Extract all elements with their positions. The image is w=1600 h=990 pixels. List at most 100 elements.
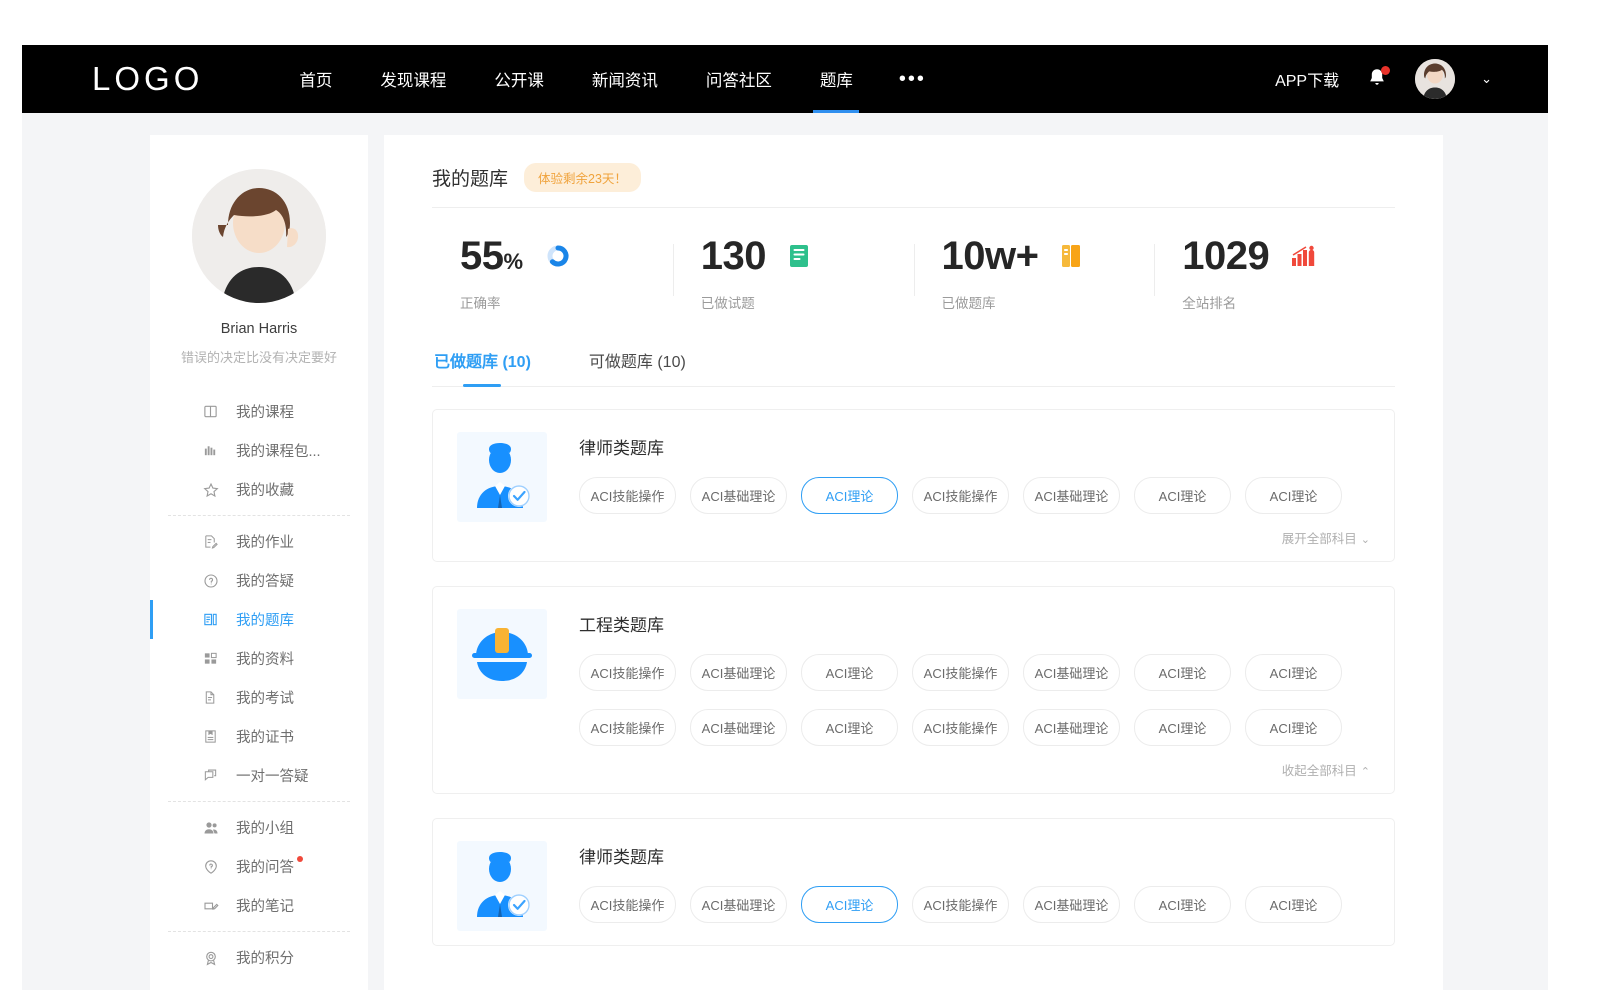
subject-tag[interactable]: ACI理论 [1134,477,1231,514]
sidebar-user-motto: 错误的决定比没有决定要好 [150,347,368,366]
subject-tag[interactable]: ACI理论 [1245,886,1342,923]
tab-available-banks[interactable]: 可做题库 (10) [587,340,688,386]
stat-label: 已做题库 [942,292,1155,312]
sidebar-item-label: 我的小组 [236,817,294,838]
qa-icon [202,858,219,875]
card-body: 工程类题库 ACI技能操作 ACI基础理论 ACI理论 ACI技能操作 ACI基… [579,609,1370,779]
sidebar-item-my-courses[interactable]: 我的课程 [150,392,368,431]
bank-card[interactable]: 律师类题库 ACI技能操作 ACI基础理论 ACI理论 ACI技能操作 ACI基… [432,818,1395,946]
sidebar-item-my-qanda[interactable]: 我的答疑 [150,561,368,600]
green-doc-icon [788,243,814,269]
subject-tag[interactable]: ACI技能操作 [579,886,676,923]
nav-item-news[interactable]: 新闻资讯 [568,45,682,113]
app-download-link[interactable]: APP下载 [1275,67,1339,91]
subject-tag[interactable]: ACI技能操作 [579,477,676,514]
subject-tag[interactable]: ACI理论 [1245,477,1342,514]
note-icon [202,897,219,914]
subject-tag[interactable]: ACI基础理论 [690,477,787,514]
sidebar-item-label: 我的笔记 [236,895,294,916]
bank-card[interactable]: 律师类题库 ACI技能操作 ACI基础理论 ACI理论 ACI技能操作 ACI基… [432,409,1395,562]
subject-tag[interactable]: ACI基础理论 [1023,709,1120,746]
stats-row: 55% 正确率 130 [432,208,1395,330]
collapse-all-subjects-button[interactable]: 收起全部科目⌃ [579,760,1370,779]
avatar[interactable] [1415,59,1455,99]
stat-label: 已做试题 [701,292,914,312]
sidebar-item-my-course-packages[interactable]: 我的课程包... [150,431,368,470]
sidebar-item-label: 我的证书 [236,726,294,747]
subject-tag[interactable]: ACI技能操作 [912,654,1009,691]
sidebar-item-my-certificates[interactable]: 我的证书 [150,717,368,756]
exam-icon [202,689,219,706]
sidebar-item-my-points[interactable]: 我的积分 [150,938,368,977]
sidebar-item-my-exams[interactable]: 我的考试 [150,678,368,717]
sidebar-menu: 我的课程 我的课程包... [150,392,368,977]
subject-tag[interactable]: ACI理论 [1245,709,1342,746]
sidebar-item-unread-dot [297,856,303,862]
stat-questions-done: 130 已做试题 [673,236,914,312]
subject-tag[interactable]: ACI技能操作 [912,709,1009,746]
nav-more-icon[interactable]: ••• [877,45,948,113]
subject-tag[interactable]: ACI基础理论 [1023,654,1120,691]
subject-tag[interactable]: ACI基础理论 [690,709,787,746]
subject-tag[interactable]: ACI技能操作 [912,477,1009,514]
expand-label: 展开全部科目 [1282,532,1357,546]
nav-item-question-bank[interactable]: 题库 [796,45,877,113]
sidebar-item-label: 我的资料 [236,648,294,669]
subject-tag[interactable]: ACI理论 [1134,709,1231,746]
tab-done-banks[interactable]: 已做题库 (10) [432,340,533,386]
sidebar-avatar[interactable] [192,169,326,303]
nav-item-home[interactable]: 首页 [275,45,356,113]
sidebar-item-my-favorites[interactable]: 我的收藏 [150,470,368,509]
card-title: 律师类题库 [579,843,1370,868]
certificate-icon [202,728,219,745]
notification-bell-button[interactable] [1365,66,1389,92]
card-thumbnail [457,609,547,699]
subject-tag[interactable]: ACI基础理论 [690,886,787,923]
subject-tag-row: ACI技能操作 ACI基础理论 ACI理论 ACI技能操作 ACI基础理论 AC… [579,477,1370,514]
sidebar-item-one-to-one-qa[interactable]: 一对一答疑 [150,756,368,795]
sidebar-item-my-question-bank[interactable]: 我的题库 [150,600,368,639]
donut-progress-icon [545,243,571,269]
sidebar-item-my-homework[interactable]: 我的作业 [150,522,368,561]
subject-tag[interactable]: ACI理论 [1245,654,1342,691]
expand-all-subjects-button[interactable]: 展开全部科目⌄ [579,528,1370,547]
nav-item-qa-community[interactable]: 问答社区 [682,45,796,113]
lawyer-avatar-icon [467,442,537,512]
sidebar-item-label: 我的课程 [236,401,294,422]
hard-hat-icon [469,625,535,683]
nav-item-open-class[interactable]: 公开课 [470,45,568,113]
bank-card[interactable]: 工程类题库 ACI技能操作 ACI基础理论 ACI理论 ACI技能操作 ACI基… [432,586,1395,794]
stat-site-rank: 1029 全站排名 [1154,236,1395,312]
subject-tag[interactable]: ACI理论 [801,654,898,691]
account-chevron-down-icon[interactable]: ⌄ [1481,71,1492,87]
sidebar-avatar-image [192,169,326,303]
subject-tag-selected[interactable]: ACI理论 [801,477,898,514]
sidebar-item-my-group[interactable]: 我的小组 [150,808,368,847]
subject-tag[interactable]: ACI理论 [1134,654,1231,691]
orange-book-icon [1060,243,1086,269]
subject-tag[interactable]: ACI基础理论 [690,654,787,691]
sidebar-item-my-notes[interactable]: 我的笔记 [150,886,368,925]
subject-tag[interactable]: ACI基础理论 [1023,477,1120,514]
sidebar-item-my-qa[interactable]: 我的问答 [150,847,368,886]
subject-tag[interactable]: ACI技能操作 [579,654,676,691]
subject-tag-row: ACI技能操作 ACI基础理论 ACI理论 ACI技能操作 ACI基础理论 AC… [579,709,1370,746]
sidebar-item-my-profile[interactable]: 我的资料 [150,639,368,678]
subject-tag[interactable]: ACI基础理论 [1023,886,1120,923]
subject-tag[interactable]: ACI技能操作 [579,709,676,746]
tab-bar: 已做题库 (10) 可做题库 (10) [432,340,1395,387]
homework-icon [202,533,219,550]
subject-tag[interactable]: ACI理论 [1134,886,1231,923]
points-icon [202,949,219,966]
subject-tag-selected[interactable]: ACI理论 [801,886,898,923]
subject-tag[interactable]: ACI技能操作 [912,886,1009,923]
trial-badge: 体验剩余23天！ [524,163,641,192]
panel-header: 我的题库 体验剩余23天！ [432,163,1395,208]
star-icon [202,481,219,498]
sidebar-item-label: 我的问答 [236,856,294,877]
site-logo[interactable]: LOGO [92,60,203,98]
nav-item-discover-courses[interactable]: 发现课程 [356,45,470,113]
chevron-up-icon: ⌃ [1361,766,1370,778]
subject-tag[interactable]: ACI理论 [801,709,898,746]
card-body: 律师类题库 ACI技能操作 ACI基础理论 ACI理论 ACI技能操作 ACI基… [579,432,1370,547]
